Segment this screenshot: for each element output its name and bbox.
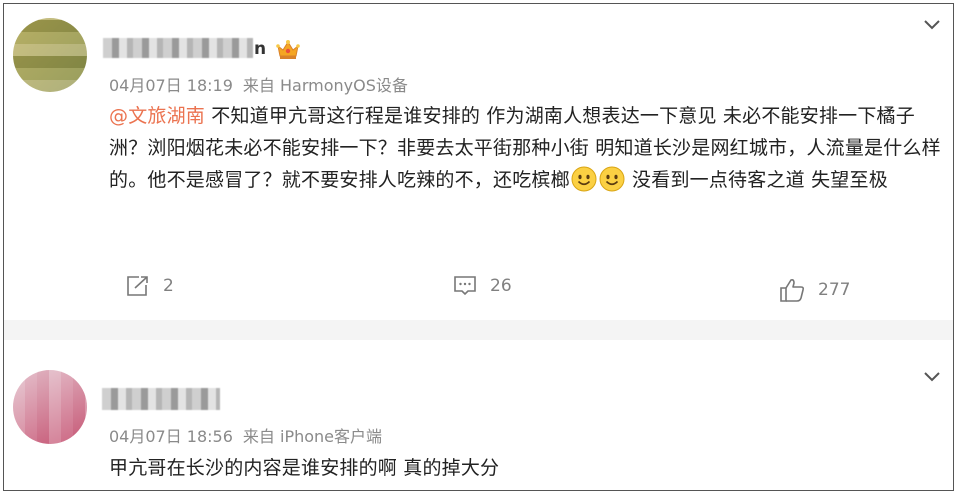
comment-card: n 04月07日 18:19 来自 HarmonyOS设备 @文旅湖南 不知道甲亢… bbox=[4, 4, 953, 320]
post-text-tail: 没看到一点待客之道 失望至极 bbox=[625, 169, 888, 191]
comment-icon bbox=[454, 276, 476, 296]
chevron-down-icon[interactable] bbox=[923, 371, 941, 383]
like-button[interactable]: 277 bbox=[778, 277, 850, 303]
smile-emoji-icon bbox=[571, 166, 597, 192]
comment-card: 04月07日 18:56 来自 iPhone客户端 甲亢哥在长沙的内容是谁安排的啊… bbox=[4, 340, 953, 490]
post-divider bbox=[4, 320, 953, 340]
post-timestamp: 04月07日 18:19 bbox=[109, 76, 233, 95]
repost-icon bbox=[127, 276, 148, 296]
post-meta: 04月07日 18:56 来自 iPhone客户端 bbox=[109, 423, 382, 447]
repost-count: 2 bbox=[163, 276, 174, 296]
comment-button[interactable]: 26 bbox=[452, 274, 512, 298]
username-blurred[interactable] bbox=[102, 388, 220, 410]
chevron-down-icon[interactable] bbox=[923, 19, 941, 31]
smile-emoji-icon bbox=[599, 166, 625, 192]
post-source: 来自 iPhone客户端 bbox=[242, 427, 383, 446]
username-blurred[interactable] bbox=[103, 38, 253, 58]
comment-feed: n 04月07日 18:19 来自 HarmonyOS设备 @文旅湖南 不知道甲亢… bbox=[3, 3, 954, 491]
post-content: 甲亢哥在长沙的内容是谁安排的啊 真的掉大分 bbox=[109, 452, 949, 484]
post-text: 甲亢哥在长沙的内容是谁安排的啊 真的掉大分 bbox=[109, 457, 500, 479]
avatar[interactable] bbox=[13, 18, 87, 92]
post-timestamp: 04月07日 18:56 bbox=[109, 427, 233, 446]
post-actions: 2 26 277 bbox=[4, 274, 953, 310]
avatar[interactable] bbox=[13, 370, 87, 444]
crown-badge-icon[interactable] bbox=[275, 38, 301, 60]
username-suffix[interactable]: n bbox=[254, 39, 266, 59]
post-source: 来自 HarmonyOS设备 bbox=[242, 76, 408, 95]
mention-link[interactable]: @文旅湖南 bbox=[109, 105, 205, 127]
like-count: 277 bbox=[818, 280, 851, 300]
post-content: @文旅湖南 不知道甲亢哥这行程是谁安排的 作为湖南人想表达一下意见 未必不能安排… bbox=[109, 100, 949, 196]
comment-count: 26 bbox=[490, 276, 512, 296]
repost-button[interactable]: 2 bbox=[125, 274, 174, 298]
like-icon bbox=[780, 279, 805, 302]
post-meta: 04月07日 18:19 来自 HarmonyOS设备 bbox=[109, 72, 408, 96]
